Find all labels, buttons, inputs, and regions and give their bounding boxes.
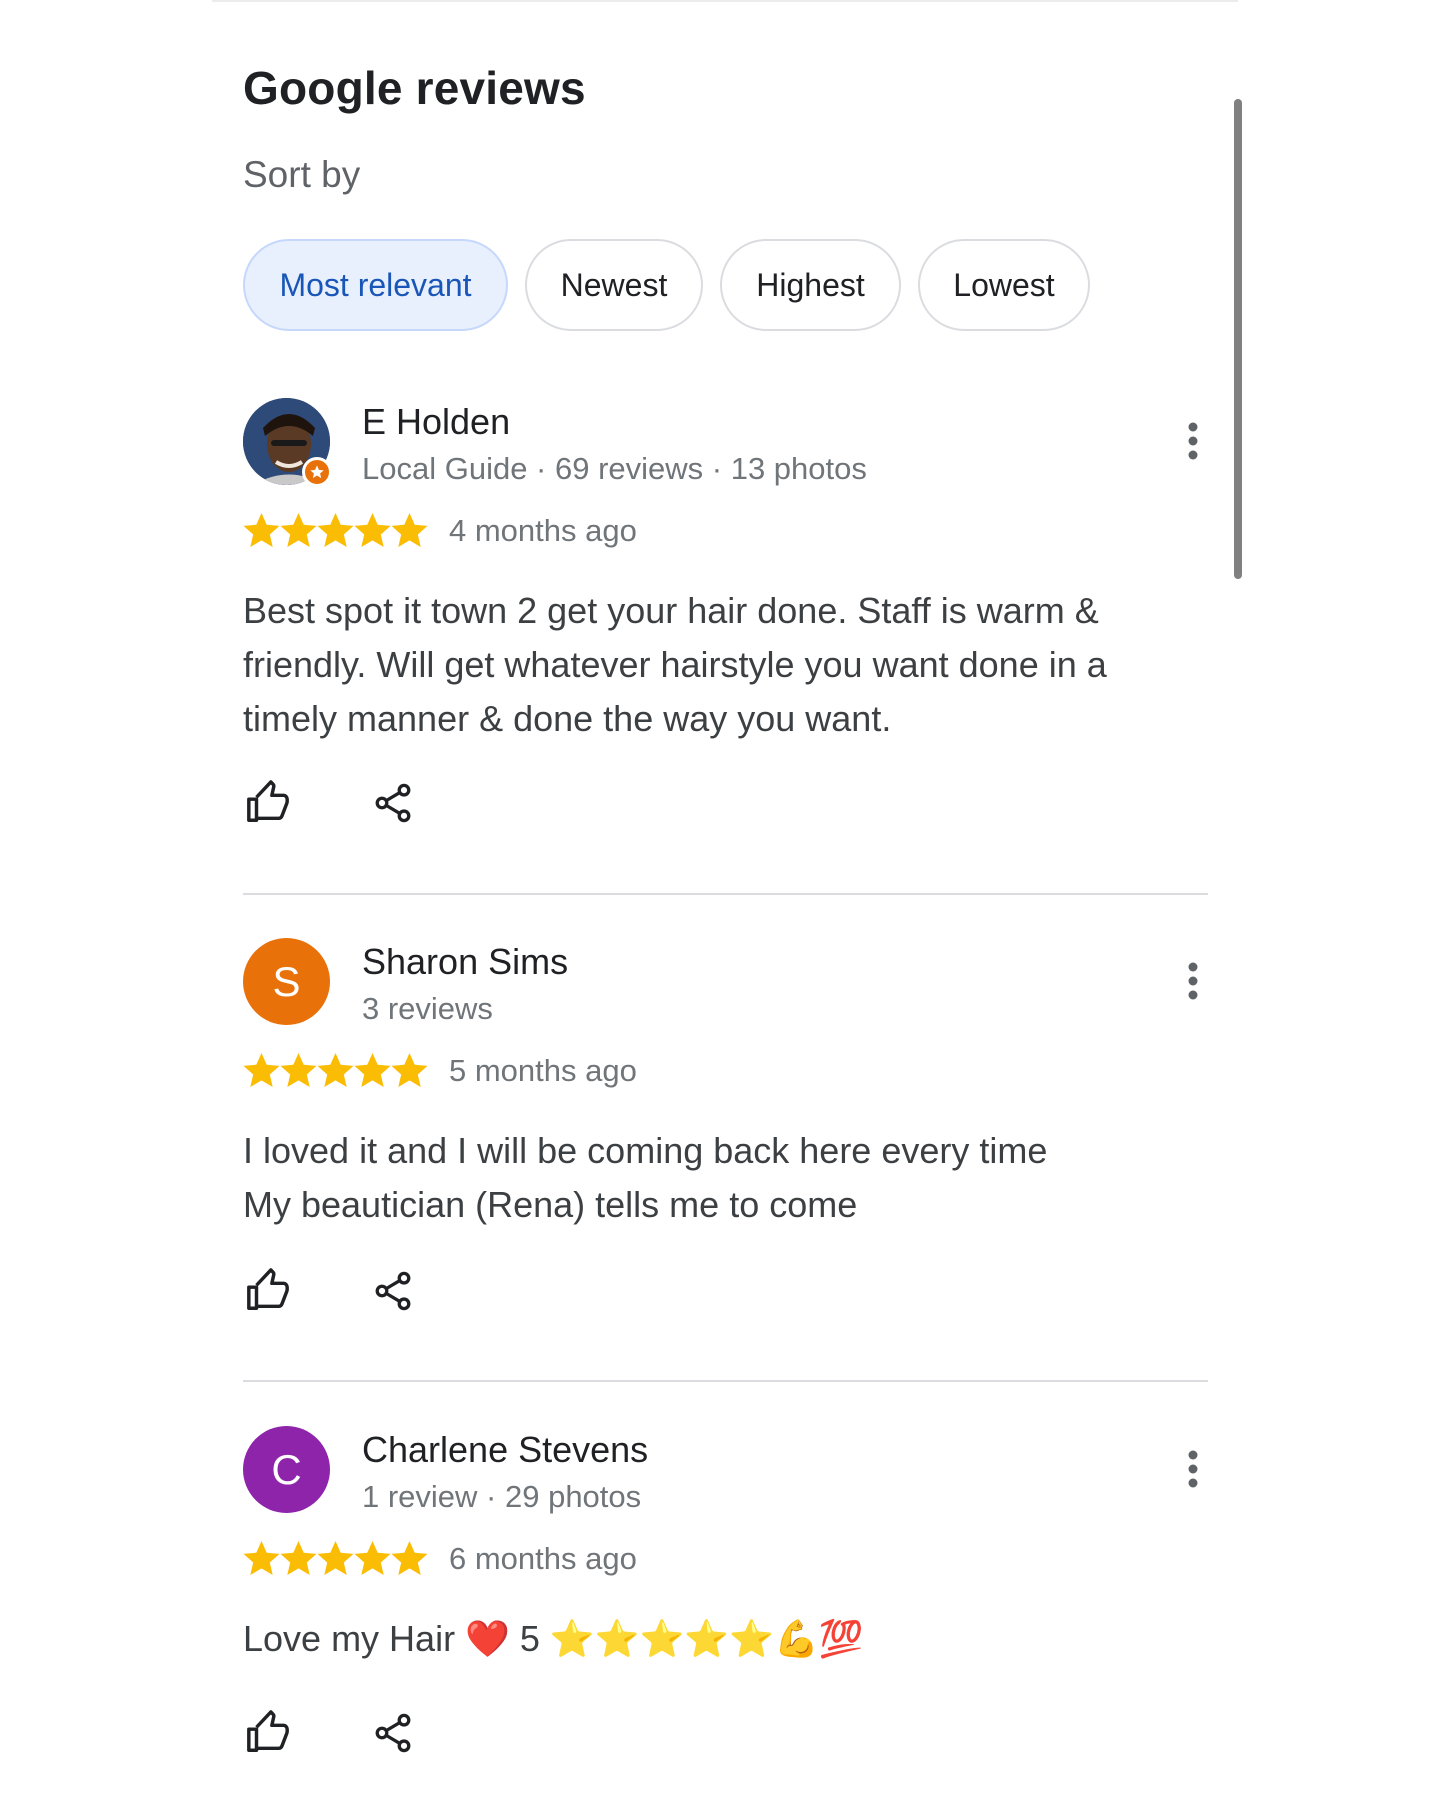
- top-divider: [212, 0, 1238, 2]
- review-text: Best spot it town 2 get your hair done. …: [243, 590, 1107, 739]
- review-date: 5 months ago: [449, 1053, 637, 1088]
- more-vertical-icon: [1188, 422, 1198, 460]
- thumb-up-icon: [247, 780, 289, 822]
- more-options-button[interactable]: [1173, 956, 1213, 1006]
- thumb-up-icon: [247, 1268, 289, 1310]
- avatar[interactable]: S: [243, 938, 330, 1025]
- sort-newest-button[interactable]: Newest: [525, 239, 703, 331]
- star-rating: 5 months ago: [243, 1052, 637, 1090]
- like-button[interactable]: [243, 1708, 293, 1758]
- reviewer-meta: Local Guide · 69 reviews · 13 photos: [362, 451, 867, 486]
- share-button[interactable]: [368, 1266, 418, 1316]
- like-button[interactable]: [243, 1266, 293, 1316]
- review-card: S Sharon Sims 3 reviews 5 months ago I l…: [243, 938, 1208, 1328]
- thumb-up-icon: [247, 1710, 289, 1752]
- more-vertical-icon: [1188, 962, 1198, 1000]
- review-text-line: I loved it and I will be coming back her…: [243, 1130, 1048, 1171]
- review-card: E Holden Local Guide · 69 reviews · 13 p…: [243, 398, 1208, 823]
- star-icon: [243, 513, 428, 547]
- stars: [243, 1540, 428, 1578]
- reviewer-meta: 3 reviews: [362, 991, 493, 1026]
- reviewer-name[interactable]: Charlene Stevens: [362, 1429, 648, 1471]
- avatar[interactable]: C: [243, 1426, 330, 1513]
- reviewer-name[interactable]: Sharon Sims: [362, 941, 568, 983]
- more-vertical-icon: [1188, 1450, 1198, 1488]
- review-actions: [243, 1266, 418, 1316]
- review-divider: [243, 893, 1208, 895]
- share-button[interactable]: [368, 778, 418, 828]
- star-icon: [243, 1053, 428, 1087]
- review-divider: [243, 1380, 1208, 1382]
- review-actions: [243, 1708, 418, 1758]
- sort-lowest-button[interactable]: Lowest: [918, 239, 1090, 331]
- share-button[interactable]: [368, 1708, 418, 1758]
- like-button[interactable]: [243, 778, 293, 828]
- share-icon: [375, 783, 411, 823]
- review-actions: [243, 778, 418, 828]
- sort-most-relevant-button[interactable]: Most relevant: [243, 239, 508, 331]
- avatar[interactable]: [243, 398, 332, 487]
- more-options-button[interactable]: [1173, 416, 1213, 466]
- local-guide-badge-icon: [302, 457, 332, 487]
- page-title: Google reviews: [243, 61, 586, 114]
- review-card: C Charlene Stevens 1 review · 29 photos: [243, 1426, 1208, 1796]
- review-date: 4 months ago: [449, 513, 637, 548]
- stars: [243, 1052, 428, 1090]
- reviewer-meta: 1 review · 29 photos: [362, 1479, 642, 1514]
- sort-options: Most relevant Newest Highest Lowest: [243, 239, 1090, 331]
- stars: [243, 512, 428, 550]
- review-date: 6 months ago: [449, 1541, 637, 1576]
- reviewer-name[interactable]: E Holden: [362, 401, 510, 443]
- share-icon: [375, 1713, 411, 1753]
- sort-highest-button[interactable]: Highest: [720, 239, 901, 331]
- review-text-line: My beautician (Rena) tells me to come: [243, 1184, 858, 1225]
- more-options-button[interactable]: [1173, 1444, 1213, 1494]
- review-text: I loved it and I will be coming back her…: [243, 1124, 1183, 1232]
- share-icon: [375, 1271, 411, 1311]
- avatar-letter: C: [271, 1445, 302, 1493]
- scrollbar[interactable]: [1234, 99, 1242, 579]
- avatar-letter: S: [272, 957, 301, 1005]
- review-text: Love my Hair ❤️ 5 ⭐⭐⭐⭐⭐💪💯: [243, 1618, 864, 1659]
- sort-label: Sort by: [243, 154, 361, 195]
- star-rating: 4 months ago: [243, 512, 637, 550]
- star-icon: [243, 1541, 428, 1575]
- star-rating: 6 months ago: [243, 1540, 637, 1578]
